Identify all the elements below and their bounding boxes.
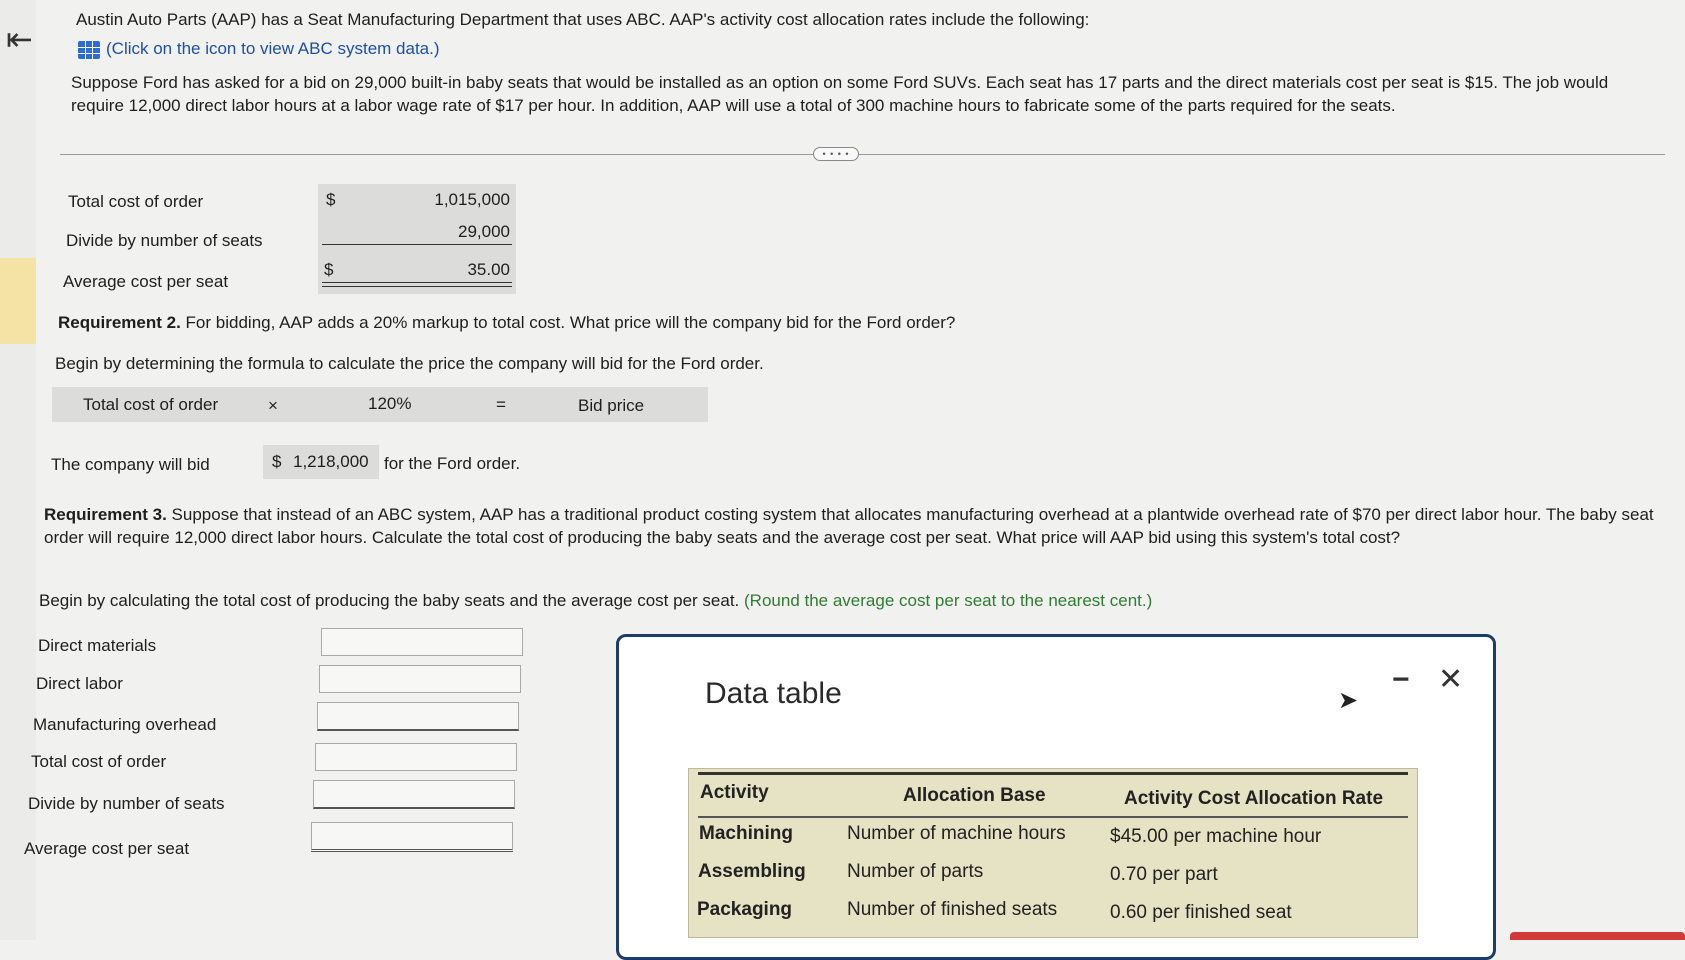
req1-underline — [322, 244, 512, 245]
req3-input-dm[interactable] — [321, 628, 523, 656]
close-icon[interactable]: ✕ — [1438, 662, 1463, 697]
abc-data-link-text[interactable]: (Click on the icon to view ABC system da… — [106, 39, 440, 58]
scenario-text: Suppose Ford has asked for a bid on 29,0… — [71, 73, 1609, 115]
cursor-arrow-icon: ➤ — [1338, 687, 1359, 714]
req3-input-moh[interactable] — [317, 702, 519, 731]
td-activity-2: Packaging — [697, 899, 793, 920]
req3-label-dl: Direct labor — [36, 674, 123, 693]
req1-value-total: 1,015,000 — [434, 190, 510, 209]
req1-label-divide: Divide by number of seats — [66, 231, 263, 250]
back-arrow-icon[interactable]: ⇤ — [6, 20, 33, 58]
td-base-2: Number of finished seats — [847, 899, 1058, 920]
req1-currency-average: $ — [324, 260, 334, 279]
req1-label-average: Average cost per seat — [63, 272, 229, 291]
req1-value-divide: 29,000 — [458, 222, 510, 241]
modal-title: Data table — [705, 677, 842, 710]
req2-text: Requirement 2. For bidding, AAP adds a 2… — [58, 311, 955, 334]
td-rate-2: 0.60 per finished seat — [1110, 902, 1292, 923]
req3-text: Requirement 3. Suppose that instead of a… — [44, 503, 1654, 549]
th-activity: Activity — [700, 782, 769, 803]
req3-hint: (Round the average cost per seat to the … — [744, 591, 1153, 610]
formula-markup[interactable]: 120% — [368, 392, 411, 415]
req3-heading: Requirement 3. — [44, 505, 167, 524]
req1-label-total: Total cost of order — [68, 192, 204, 211]
req3-input-average[interactable] — [311, 822, 513, 852]
bid-answer-currency: $ — [272, 452, 282, 471]
td-rate-0: $45.00 per machine hour — [1110, 826, 1322, 847]
intro-text: Austin Auto Parts (AAP) has a Seat Manuf… — [76, 10, 1090, 29]
formula-times: × — [268, 396, 278, 415]
minimize-icon[interactable]: − — [1392, 663, 1410, 697]
expand-button[interactable]: • • • • — [813, 147, 859, 161]
req3-label-dm: Direct materials — [38, 636, 157, 655]
th-allocation-base: Allocation Base — [903, 785, 1046, 806]
bottom-status-bar — [1510, 932, 1685, 940]
td-activity-0: Machining — [699, 823, 793, 844]
th-rate: Activity Cost Allocation Rate — [1124, 788, 1384, 809]
formula-equals: = — [496, 395, 506, 414]
req3-instruction: Begin by calculating the total cost of p… — [39, 591, 740, 610]
formula-total-cost[interactable]: Total cost of order — [83, 393, 218, 416]
td-rate-1: 0.70 per part — [1110, 864, 1218, 885]
req2-question: For bidding, AAP adds a 20% markup to to… — [185, 313, 956, 332]
req3-label-average: Average cost per seat — [24, 839, 190, 858]
req3-question: Suppose that instead of an ABC system, A… — [44, 505, 1654, 547]
data-table-top-border — [698, 772, 1408, 775]
td-activity-1: Assembling — [698, 861, 806, 882]
req3-input-divide[interactable] — [313, 780, 515, 809]
req3-input-total[interactable] — [315, 743, 517, 771]
bid-answer-pre: The company will bid — [51, 455, 210, 474]
formula-bid-price[interactable]: Bid price — [578, 394, 644, 417]
req2-heading: Requirement 2. — [58, 313, 181, 332]
abc-data-link[interactable]: (Click on the icon to view ABC system da… — [78, 37, 440, 60]
req1-currency-total: $ — [326, 190, 336, 209]
section-divider — [60, 154, 1665, 155]
req1-value-average: 35.00 — [467, 260, 510, 279]
rail-highlight — [0, 258, 36, 344]
req3-label-divide: Divide by number of seats — [28, 794, 225, 813]
req3-label-moh: Manufacturing overhead — [33, 715, 217, 734]
req3-instruction-line: Begin by calculating the total cost of p… — [39, 589, 1152, 612]
bid-answer-post: for the Ford order. — [384, 454, 521, 473]
req1-double-underline — [322, 282, 512, 287]
td-base-0: Number of machine hours — [847, 823, 1066, 844]
req2-instruction: Begin by determining the formula to calc… — [55, 354, 764, 373]
req3-label-total: Total cost of order — [31, 752, 167, 771]
td-base-1: Number of parts — [847, 861, 984, 882]
bid-answer-value[interactable]: 1,218,000 — [293, 450, 369, 473]
data-table-header-line — [698, 816, 1408, 818]
table-icon[interactable] — [78, 40, 100, 59]
req3-input-dl[interactable] — [319, 665, 521, 693]
